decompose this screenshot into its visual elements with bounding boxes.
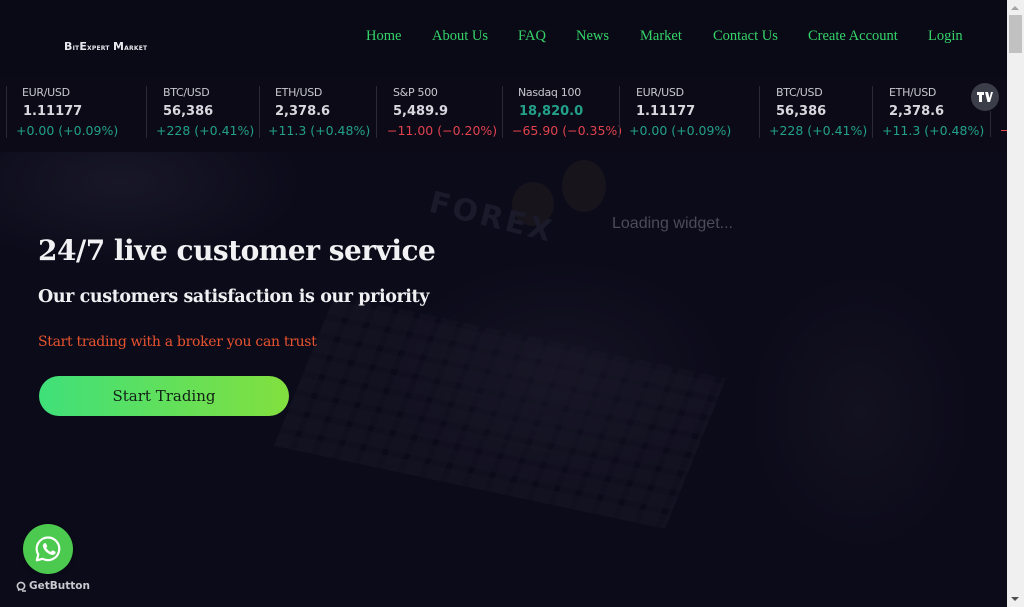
ticker-divider: [502, 86, 503, 138]
ticker-change: +11.3 (+0.48%): [882, 123, 985, 138]
hero-section: FOREX 24/7 live customer service Our cus…: [0, 152, 1007, 607]
getbutton-branding[interactable]: GetButton: [16, 580, 90, 592]
ticker-price: 18,820.0: [519, 104, 584, 119]
ticker-divider: [259, 86, 260, 138]
ticker-symbol: ETH/USD: [889, 86, 937, 99]
ticker-price: 56,386: [163, 104, 214, 119]
ticker-symbol: ETH/USD: [275, 86, 323, 99]
nav-about-us[interactable]: About Us: [432, 28, 488, 45]
ticker-symbol: S&P 500: [393, 86, 438, 99]
site-header: BitExpert Market Home About Us FAQ News …: [0, 0, 1007, 78]
tradingview-logo-icon[interactable]: [971, 83, 999, 111]
hero-tagline: Start trading with a broker you can trus…: [38, 334, 317, 350]
ticker-divider: [872, 86, 873, 138]
ticker-divider: [759, 86, 760, 138]
background-coins-image: [562, 160, 606, 212]
nav-login[interactable]: Login: [928, 28, 963, 45]
ticker-change: −65.90 (−0.35%): [512, 123, 623, 138]
start-trading-button[interactable]: Start Trading: [39, 376, 289, 416]
ticker-change: −11.00 (−0.20%): [387, 123, 498, 138]
scroll-down-arrow-icon[interactable]: [1011, 597, 1019, 601]
ticker-symbol: BTC/USD: [163, 86, 210, 99]
ticker-divider: [146, 86, 147, 138]
page: BitExpert Market Home About Us FAQ News …: [0, 0, 1007, 607]
ticker-price: 2,378.6: [275, 104, 331, 119]
nav-create-account[interactable]: Create Account: [808, 28, 898, 45]
site-logo[interactable]: BitExpert Market: [64, 40, 147, 53]
nav-news[interactable]: News: [576, 28, 609, 45]
ticker-divider: [376, 86, 377, 138]
nav-contact-us[interactable]: Contact Us: [713, 28, 778, 45]
ticker-divider: [990, 111, 991, 137]
ticker-symbol: EUR/USD: [22, 86, 70, 99]
tradingview-glyph-icon: [977, 92, 993, 102]
page-scrollbar[interactable]: [1007, 0, 1024, 607]
ticker-price: 1.11177: [23, 104, 83, 119]
ticker-price: 1.11177: [636, 104, 696, 119]
ticker-change: +11.3 (+0.48%): [268, 123, 371, 138]
getbutton-logo-icon: [16, 581, 26, 592]
whatsapp-icon: [35, 536, 61, 562]
ticker-symbol: BTC/USD: [776, 86, 823, 99]
scrollbar-thumb[interactable]: [1009, 15, 1022, 53]
nav-home[interactable]: Home: [366, 28, 401, 45]
ticker-symbol: EUR/USD: [636, 86, 684, 99]
ticker-price: 2,378.6: [889, 104, 945, 119]
ticker-divider: [6, 86, 7, 138]
ticker-price: 5,489.9: [393, 104, 449, 119]
hero-subtitle: Our customers satisfaction is our priori…: [38, 287, 429, 307]
whatsapp-button[interactable]: [23, 524, 73, 574]
nav-market[interactable]: Market: [640, 28, 682, 45]
ticker-price: 56,386: [776, 104, 827, 119]
widget-loading-text: Loading widget...: [612, 215, 733, 232]
getbutton-label: GetButton: [29, 580, 90, 592]
hero-title: 24/7 live customer service: [38, 234, 436, 267]
ticker-divider: [619, 86, 620, 138]
ticker-change: +228 (+0.41%): [156, 123, 255, 138]
ticker-change: +228 (+0.41%): [769, 123, 868, 138]
ticker-symbol: Nasdaq 100: [518, 86, 581, 99]
scroll-up-arrow-icon[interactable]: [1011, 6, 1019, 10]
ticker-tape: EUR/USD 1.11177 +0.00 (+0.09%) BTC/USD 5…: [0, 78, 1007, 152]
nav-faq[interactable]: FAQ: [518, 28, 546, 45]
ticker-change: +0.00 (+0.09%): [16, 123, 119, 138]
background-keyboard-image: [273, 295, 727, 529]
ticker-change: +0.00 (+0.09%): [629, 123, 732, 138]
